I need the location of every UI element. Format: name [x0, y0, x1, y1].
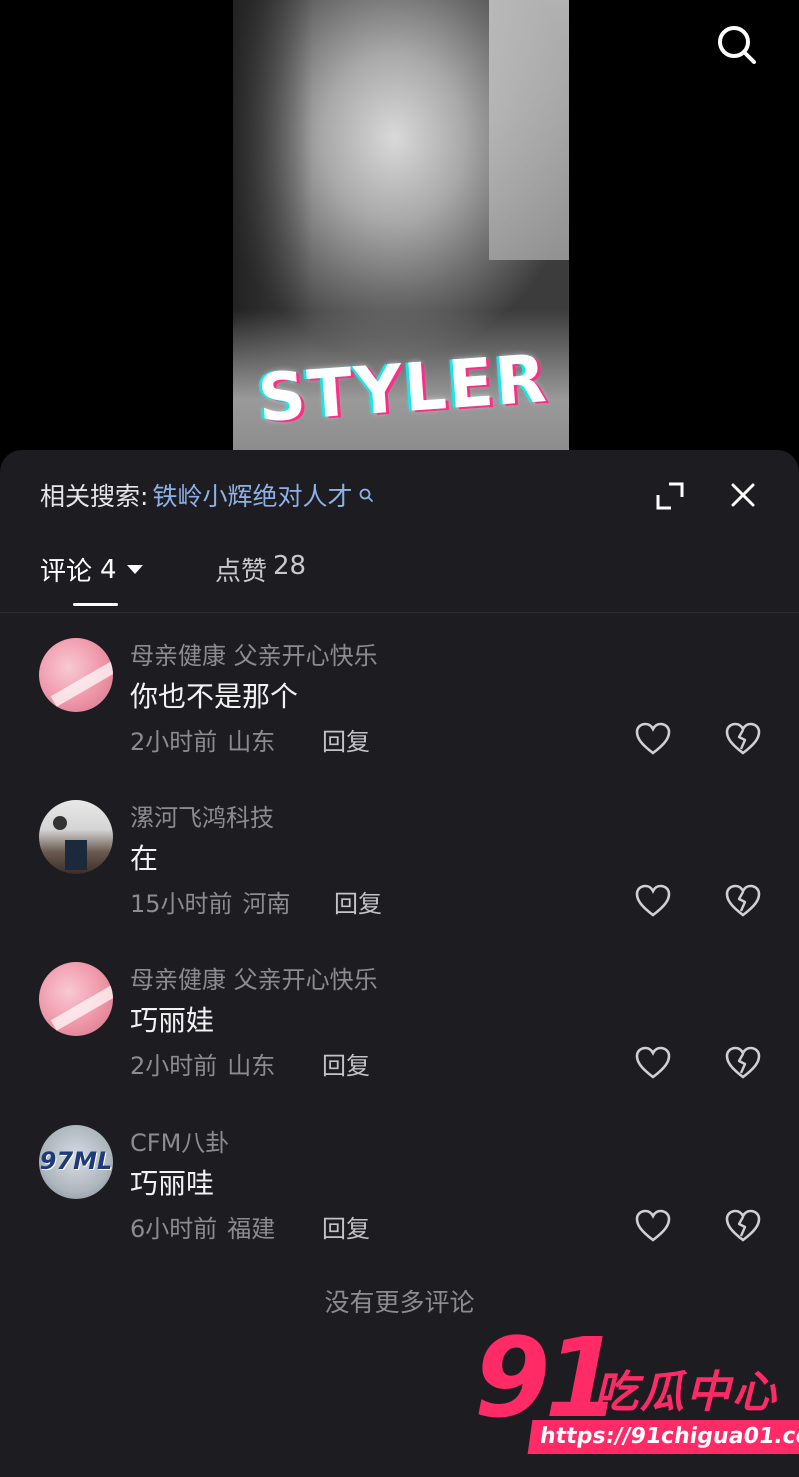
comment-username[interactable]: CFM八卦 [130, 1123, 229, 1158]
comment-tabs: 评论 4 点赞 28 [0, 545, 799, 613]
comment-text: 你也不是那个 [130, 680, 299, 713]
tab-likes[interactable]: 点赞 28 [215, 551, 306, 588]
comment-username[interactable]: 漯河飞鸿科技 [130, 798, 274, 833]
tab-comments-label: 评论 [40, 557, 93, 587]
comment-time: 15小时前 [130, 890, 233, 918]
caret-down-icon[interactable] [126, 565, 143, 574]
comment-location: 河南 [242, 890, 291, 918]
comment-item: 母亲健康 父亲开心快乐 巧丽娃 2小时前 山东 回复 [0, 962, 799, 1112]
comment-text: 巧丽哇 [130, 1167, 215, 1200]
comment-text: 巧丽娃 [130, 1004, 215, 1037]
expand-icon[interactable] [655, 481, 685, 511]
tab-likes-count: 28 [273, 551, 307, 581]
reply-button[interactable]: 回复 [334, 884, 382, 919]
search-icon[interactable] [714, 22, 758, 66]
comment-item: 漯河飞鸿科技 在 15小时前 河南 回复 [0, 800, 799, 950]
heart-icon[interactable] [635, 1046, 671, 1080]
related-search-label: 相关搜索: [40, 482, 149, 511]
comment-item: 母亲健康 父亲开心快乐 你也不是那个 2小时前 山东 回复 [0, 638, 799, 788]
related-search[interactable]: 相关搜索: 铁岭小辉绝对人才 [40, 478, 374, 512]
heart-icon[interactable] [635, 722, 671, 756]
comment-location: 山东 [227, 728, 276, 756]
reply-button[interactable]: 回复 [322, 1046, 370, 1081]
video-player[interactable]: STYLER [0, 0, 799, 470]
avatar[interactable] [39, 962, 113, 1036]
broken-heart-icon[interactable] [725, 1046, 761, 1080]
broken-heart-icon[interactable] [725, 722, 761, 756]
site-watermark: 91 吃瓜中心 https://91chigua01.com [470, 1314, 799, 1462]
reply-button[interactable]: 回复 [322, 722, 370, 757]
heart-icon[interactable] [635, 1209, 671, 1243]
active-tab-indicator [73, 603, 118, 606]
related-search-link[interactable]: 铁岭小辉绝对人才 [152, 477, 352, 513]
comment-time: 6小时前 [130, 1215, 218, 1243]
comment-meta: 2小时前 山东 [130, 1046, 275, 1081]
comment-meta: 6小时前 福建 [130, 1209, 275, 1244]
tab-likes-label: 点赞 [215, 557, 268, 587]
comment-time: 2小时前 [130, 1052, 218, 1080]
watermark-url: https://91chigua01.com [527, 1420, 799, 1454]
broken-heart-icon[interactable] [725, 884, 761, 918]
comment-location: 山东 [227, 1052, 276, 1080]
comment-meta: 2小时前 山东 [130, 722, 275, 757]
avatar[interactable] [39, 800, 113, 874]
heart-icon[interactable] [635, 884, 671, 918]
comment-username[interactable]: 母亲健康 父亲开心快乐 [130, 636, 378, 671]
comment-text: 在 [130, 842, 159, 875]
comment-meta: 15小时前 河南 [130, 884, 291, 919]
tab-comments[interactable]: 评论 4 [40, 551, 143, 588]
broken-heart-icon[interactable] [725, 1209, 761, 1243]
tab-comments-count: 4 [100, 554, 117, 585]
no-more-comments: 没有更多评论 [324, 1288, 475, 1317]
comment-location: 福建 [227, 1215, 276, 1243]
avatar-logo-text: 97ML [39, 1147, 113, 1175]
video-background [489, 0, 569, 260]
avatar[interactable]: 97ML [39, 1125, 113, 1199]
comment-item: 97ML CFM八卦 巧丽哇 6小时前 福建 回复 [0, 1125, 799, 1275]
avatar[interactable] [39, 638, 113, 712]
comment-username[interactable]: 母亲健康 父亲开心快乐 [130, 960, 378, 995]
reply-button[interactable]: 回复 [322, 1209, 370, 1244]
close-icon[interactable] [728, 480, 758, 510]
comment-sheet: 相关搜索: 铁岭小辉绝对人才 评论 4 点赞 28 母亲健康 父亲开心快乐 你也… [0, 450, 799, 1477]
video-frame: STYLER [233, 0, 569, 460]
small-search-icon [360, 488, 374, 502]
watermark-title: 吃瓜中心 [594, 1367, 778, 1418]
comment-time: 2小时前 [130, 728, 218, 756]
